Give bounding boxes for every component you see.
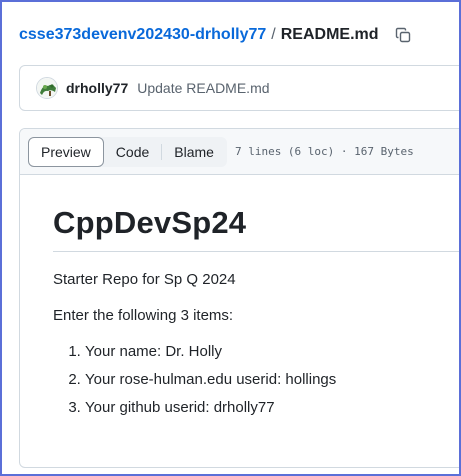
avatar[interactable]: [36, 77, 58, 99]
file-viewer: Preview Code Blame 7 lines (6 loc) · 167…: [19, 128, 459, 468]
user-avatar-icon: [37, 78, 57, 98]
breadcrumb: csse373devenv202430-drholly77 / README.m…: [19, 24, 414, 46]
file-name: README.md: [280, 26, 379, 43]
copy-icon: [395, 27, 410, 43]
breadcrumb-separator: /: [271, 26, 276, 43]
readme-content: CppDevSp24 Starter Repo for Sp Q 2024 En…: [20, 175, 459, 418]
file-header: Preview Code Blame 7 lines (6 loc) · 167…: [20, 129, 459, 175]
view-mode-toggle: Preview Code Blame: [28, 136, 227, 167]
repo-link[interactable]: csse373devenv202430-drholly77: [19, 26, 266, 44]
commit-author-link[interactable]: drholly77: [66, 80, 128, 96]
tab-blame[interactable]: Blame: [162, 138, 226, 166]
list-item: Your github userid: drholly77: [85, 398, 459, 418]
readme-list: Your name: Dr. Holly Your rose-hulman.ed…: [53, 342, 459, 418]
readme-paragraph: Starter Repo for Sp Q 2024: [53, 271, 236, 288]
tab-code[interactable]: Code: [104, 138, 161, 166]
commit-message-link[interactable]: Update README.md: [137, 80, 269, 96]
tab-preview[interactable]: Preview: [28, 136, 104, 167]
readme-title: CppDevSp24: [53, 205, 459, 252]
latest-commit-bar: drholly77 Update README.md: [19, 65, 459, 111]
list-item: Your rose-hulman.edu userid: hollings: [85, 370, 459, 390]
window-frame: csse373devenv202430-drholly77 / README.m…: [0, 0, 461, 476]
copy-path-button[interactable]: [392, 24, 414, 46]
readme-paragraph: Enter the following 3 items:: [53, 307, 234, 324]
file-info: 7 lines (6 loc) · 167 Bytes: [234, 145, 414, 158]
list-item: Your name: Dr. Holly: [85, 342, 459, 362]
